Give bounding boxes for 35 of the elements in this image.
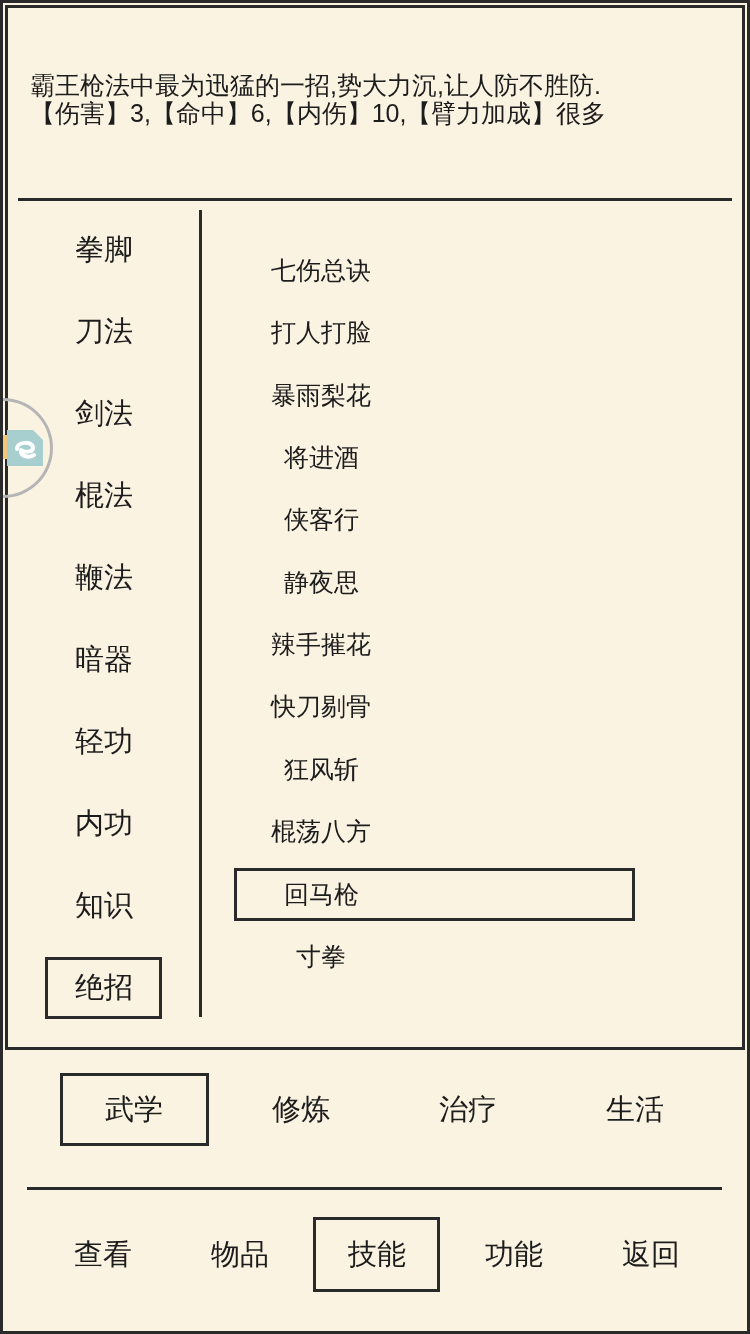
skill-item[interactable]: 回马枪: [234, 867, 635, 921]
floating-button[interactable]: [3, 398, 53, 498]
section-tab[interactable]: 生活: [560, 1073, 710, 1146]
category-tab[interactable]: 轻功: [45, 711, 162, 773]
category-tab[interactable]: 拳脚: [45, 219, 162, 281]
tile-icon: [3, 427, 45, 469]
nav-tab[interactable]: 物品: [176, 1217, 304, 1292]
skill-item[interactable]: 寸拳: [234, 930, 635, 984]
skill-description: 霸王枪法中最为迅猛的一招,势大力沉,让人防不胜防.: [30, 71, 602, 99]
category-tab[interactable]: 剑法: [45, 383, 162, 445]
category-tab[interactable]: 知识: [45, 875, 162, 937]
skill-item[interactable]: 静夜思: [234, 555, 635, 609]
section-tab[interactable]: 修炼: [226, 1073, 376, 1146]
skill-item[interactable]: 打人打脸: [234, 306, 635, 360]
category-tab[interactable]: 暗器: [45, 629, 162, 691]
category-tab[interactable]: 棍法: [45, 465, 162, 527]
category-tab[interactable]: 绝招: [45, 957, 162, 1019]
section-tab[interactable]: 治疗: [393, 1073, 543, 1146]
skill-item[interactable]: 棍荡八方: [234, 805, 635, 859]
category-tab[interactable]: 内功: [45, 793, 162, 855]
skill-item[interactable]: 辣手摧花: [234, 618, 635, 672]
nav-tab[interactable]: 技能: [313, 1217, 441, 1292]
nav-tab[interactable]: 返回: [587, 1217, 715, 1292]
skill-item[interactable]: 将进酒: [234, 431, 635, 485]
section-tab[interactable]: 武学: [59, 1073, 209, 1146]
nav-tab[interactable]: 功能: [450, 1217, 578, 1292]
skill-item[interactable]: 快刀剔骨: [234, 680, 635, 734]
nav-tab[interactable]: 查看: [39, 1217, 167, 1292]
skill-item[interactable]: 狂风斩: [234, 743, 635, 797]
skill-item[interactable]: 暴雨梨花: [234, 368, 635, 422]
skill-item[interactable]: 侠客行: [234, 493, 635, 547]
skill-item[interactable]: 七伤总诀: [234, 244, 635, 297]
category-tab[interactable]: 刀法: [45, 301, 162, 363]
skill-stats: 【伤害】3,【命中】6,【内伤】10,【臂力加成】很多: [30, 99, 608, 127]
category-tab[interactable]: 鞭法: [45, 547, 162, 609]
